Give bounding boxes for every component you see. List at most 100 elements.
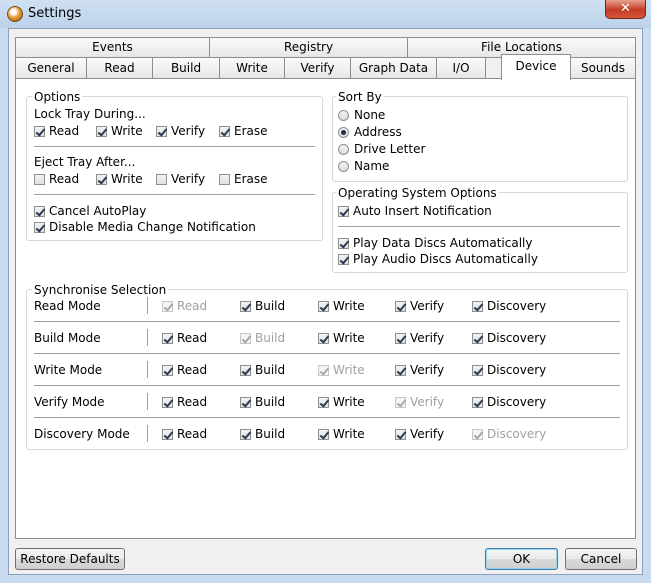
checkbox-unchecked-icon [219,174,230,185]
sync-discovery-mode-write-checkbox[interactable]: Write [318,427,365,441]
cancel-button[interactable]: Cancel [565,548,637,570]
sort-address-radio[interactable]: Address [338,125,402,139]
sort-drive-letter-radio[interactable]: Drive Letter [338,142,425,156]
sort-by-group-title: Sort By [336,90,384,104]
sync-build-mode-discovery-checkbox[interactable]: Discovery [472,331,546,345]
tab-graph-data[interactable]: Graph Data [350,57,437,79]
title-bar [0,0,651,28]
sync-verify-mode-write-checkbox[interactable]: Write [318,395,365,409]
lock-write-checkbox[interactable]: Write [96,124,143,138]
tab-verify[interactable]: Verify [284,57,351,79]
eject-erase-checkbox[interactable]: Erase [219,172,268,186]
sync-row-divider [34,321,620,322]
checkbox-checked-icon [395,333,406,344]
checkbox-checked-icon [240,397,251,408]
sync-row-divider [34,385,620,386]
sync-discovery-mode-verify-checkbox[interactable]: Verify [395,427,444,441]
checkbox-checked-icon [472,333,483,344]
sync-verify-mode-discovery-checkbox[interactable]: Discovery [472,395,546,409]
options-group-title: Options [32,90,83,104]
sync-read-mode-read-checkbox: Read [162,299,207,313]
checkbox-checked-icon [395,429,406,440]
tab-write[interactable]: Write [219,57,285,79]
tab-events[interactable]: Events [15,37,210,58]
sync-read-mode-build-checkbox[interactable]: Build [240,299,285,313]
os-options-group-title: Operating System Options [336,186,499,200]
checkbox-checked-icon [219,126,230,137]
tab-general[interactable]: General [15,57,87,79]
sync-read-mode-verify-checkbox[interactable]: Verify [395,299,444,313]
sync-row-vertical-divider [147,329,148,346]
restore-defaults-button[interactable]: Restore Defaults [15,548,125,570]
sync-write-mode-verify-checkbox[interactable]: Verify [395,363,444,377]
cancel-autoplay-checkbox[interactable]: Cancel AutoPlay [34,204,146,218]
sync-build-mode-build-checkbox: Build [240,331,285,345]
disable-media-change-checkbox[interactable]: Disable Media Change Notification [34,220,256,234]
sync-discovery-mode-build-checkbox[interactable]: Build [240,427,285,441]
app-icon [7,6,23,22]
checkbox-checked-icon [34,126,45,137]
checkbox-checked-icon [318,333,329,344]
sync-build-mode-read-checkbox[interactable]: Read [162,331,207,345]
checkbox-checked-icon [240,301,251,312]
checkbox-checked-icon [162,365,173,376]
sync-selection-group-title: Synchronise Selection [32,283,169,297]
sync-verify-mode-verify-checkbox: Verify [395,395,444,409]
checkbox-checked-icon [240,333,251,344]
checkbox-checked-icon [34,206,45,217]
checkbox-checked-icon [162,397,173,408]
checkbox-checked-icon [240,365,251,376]
tab-io[interactable]: I/O [436,57,486,79]
sort-name-radio[interactable]: Name [338,159,389,173]
checkbox-checked-icon [240,429,251,440]
divider [34,146,315,147]
sync-write-mode-write-checkbox: Write [318,363,365,377]
eject-read-checkbox[interactable]: Read [34,172,79,186]
sync-write-mode-discovery-checkbox[interactable]: Discovery [472,363,546,377]
tab-sounds[interactable]: Sounds [570,57,636,79]
sync-discovery-mode-discovery-checkbox: Discovery [472,427,546,441]
sync-discovery-mode-read-checkbox[interactable]: Read [162,427,207,441]
play-data-discs-checkbox[interactable]: Play Data Discs Automatically [338,236,532,250]
sync-row-label: Read Mode [34,299,101,313]
lock-verify-checkbox[interactable]: Verify [156,124,205,138]
sync-read-mode-discovery-checkbox[interactable]: Discovery [472,299,546,313]
radio-unselected-icon [338,110,349,121]
sync-write-mode-read-checkbox[interactable]: Read [162,363,207,377]
tab-read[interactable]: Read [86,57,153,79]
tab-device[interactable]: Device [501,54,571,80]
radio-selected-icon [338,127,349,138]
auto-insert-checkbox[interactable]: Auto Insert Notification [338,204,492,218]
close-button[interactable]: ✕ [605,0,646,19]
sync-build-mode-write-checkbox[interactable]: Write [318,331,365,345]
checkbox-checked-icon [472,397,483,408]
sort-none-radio[interactable]: None [338,108,385,122]
lock-read-checkbox[interactable]: Read [34,124,79,138]
eject-tray-label: Eject Tray After... [34,155,136,169]
radio-unselected-icon [338,144,349,155]
sync-verify-mode-read-checkbox[interactable]: Read [162,395,207,409]
sync-verify-mode-build-checkbox[interactable]: Build [240,395,285,409]
checkbox-unchecked-icon [34,174,45,185]
sync-row-vertical-divider [147,297,148,314]
eject-verify-checkbox[interactable]: Verify [156,172,205,186]
eject-write-checkbox[interactable]: Write [96,172,143,186]
sync-row-label: Write Mode [34,363,103,377]
sync-build-mode-verify-checkbox[interactable]: Verify [395,331,444,345]
checkbox-checked-icon [318,429,329,440]
ok-button[interactable]: OK [485,548,558,570]
tab-build[interactable]: Build [152,57,220,79]
checkbox-checked-icon [318,365,329,376]
play-audio-discs-checkbox[interactable]: Play Audio Discs Automatically [338,252,538,266]
checkbox-checked-icon [34,222,45,233]
checkbox-checked-icon [338,238,349,249]
sync-row-vertical-divider [147,393,148,410]
tab-registry[interactable]: Registry [209,37,408,58]
checkbox-checked-icon [162,301,173,312]
sync-write-mode-build-checkbox[interactable]: Build [240,363,285,377]
checkbox-checked-icon [395,301,406,312]
sync-row-label: Build Mode [34,331,101,345]
lock-erase-checkbox[interactable]: Erase [219,124,268,138]
checkbox-checked-icon [162,333,173,344]
sync-read-mode-write-checkbox[interactable]: Write [318,299,365,313]
